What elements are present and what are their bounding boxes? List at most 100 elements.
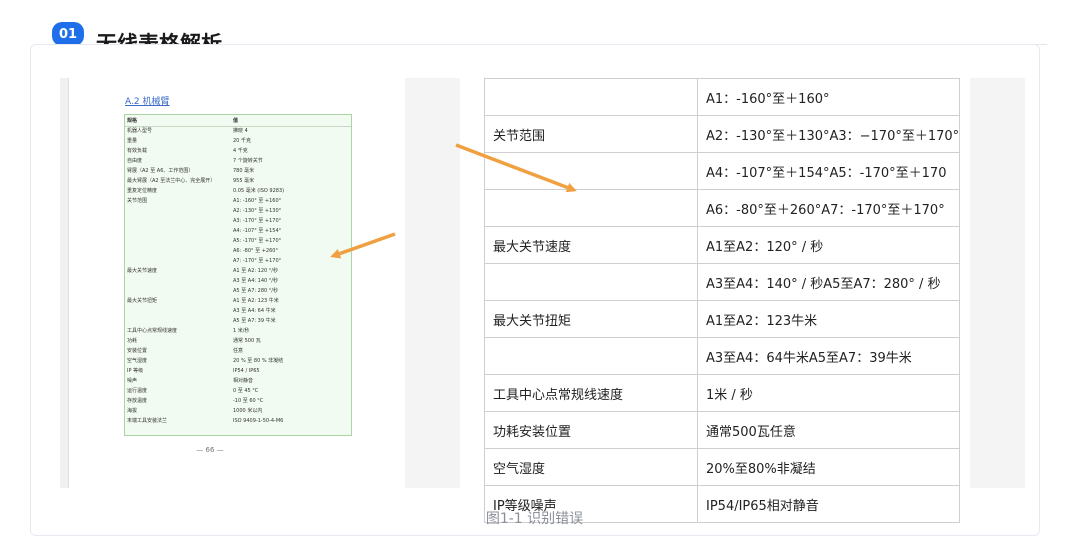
spec-name-cell: 空气湿度 — [484, 448, 698, 486]
mini-table-value: 1000 米以内 — [233, 408, 263, 414]
mini-table-value: 955 毫米 — [233, 178, 255, 184]
mini-table-value: 7 个旋转关节 — [233, 158, 263, 164]
mini-table-row: 安装位置 任意 — [127, 347, 351, 356]
mini-table-key: 噪声 — [127, 378, 138, 384]
page-number: — 66 — — [196, 446, 224, 454]
mini-table-value: 0 至 45 °C — [233, 388, 259, 394]
parsed-table-image: A1：-160°至＋160° 关节范围 A2：-130°至＋130°A3：−170°… — [405, 78, 1025, 523]
mini-table-row: A3: -170° 至 +170° — [127, 217, 351, 226]
spec-name-cell — [484, 189, 698, 227]
mini-table-row: A5: -170° 至 +170° — [127, 237, 351, 246]
mini-table-key: 臂展（A2 至 A6、工作范围） — [127, 168, 194, 174]
mini-table-row: A6: -80° 至 +260° — [127, 247, 351, 256]
mini-table-row: 空气湿度 20 % 至 80 % 非凝结 — [127, 357, 351, 366]
mini-table-row: 最大关节扭矩 A1 至 A2: 123 牛米 — [127, 297, 351, 306]
document-section-title: A.2 机械臂 — [125, 97, 170, 107]
mini-table-value: 0.05 毫米 (ISO 9283) — [233, 188, 285, 194]
spec-name-cell — [484, 78, 698, 116]
mini-table-row: A4: -107° 至 +154° — [127, 227, 351, 236]
mini-table-row: 机器人型号 拂晓 4 — [127, 127, 351, 136]
spec-value-cell: A1至A2：120° / 秒 — [696, 226, 961, 264]
spec-value-cell: 通常500瓦任意 — [696, 411, 961, 449]
mini-table-value: A7: -170° 至 +170° — [233, 258, 282, 264]
mini-table-value: IP54 / IP65 — [233, 368, 260, 374]
mini-table-value: A1: -160° 至 +160° — [233, 198, 282, 204]
table-row: 功耗安装位置 通常500瓦任意 — [484, 411, 961, 449]
spec-name-cell — [484, 152, 698, 190]
spec-name-cell: 最大关节扭矩 — [484, 300, 698, 338]
mini-table-row: 自由度 7 个旋转关节 — [127, 157, 351, 166]
mini-table-key: IP 等级 — [127, 368, 144, 374]
spec-value-cell: A3至A4：140° / 秒A5至A7：280° / 秒 — [696, 263, 961, 301]
mini-table-row: 功耗 通常 500 瓦 — [127, 337, 351, 346]
parsed-spec-table: A1：-160°至＋160° 关节范围 A2：-130°至＋130°A3：−170°… — [484, 78, 961, 523]
mini-table-row: 海拔 1000 米以内 — [127, 407, 351, 416]
mini-table-value: 780 毫米 — [233, 168, 255, 174]
table-row: A1：-160°至＋160° — [484, 78, 961, 116]
spec-value-cell: 20%至80%非凝结 — [696, 448, 961, 486]
parsed-table-sheet: A1：-160°至＋160° 关节范围 A2：-130°至＋130°A3：−170°… — [460, 78, 970, 523]
mini-table-key: 规格 — [127, 118, 138, 124]
source-document-image: A.2 机械臂 规格 值机器人型号 拂晓 4 重量 20 千克 有效负载 4 千克 自由度 7 … — [60, 78, 352, 488]
mini-table-row: IP 等级 IP54 / IP65 — [127, 367, 351, 376]
mini-table-key: 机器人型号 — [127, 128, 153, 134]
mini-table-row: 重复定位精度 0.05 毫米 (ISO 9283) — [127, 187, 351, 196]
table-row: 最大关节扭矩 A1至A2：123牛米 — [484, 300, 961, 338]
mini-table-value: A6: -80° 至 +260° — [233, 248, 278, 254]
spec-name-cell — [484, 263, 698, 301]
mini-table-row: 臂展（A2 至 A6、工作范围） 780 毫米 — [127, 167, 351, 176]
mini-table-row: 最大关节速度 A1 至 A2: 120 °/秒 — [127, 267, 351, 276]
table-row: 工具中心点常规线速度 1米 / 秒 — [484, 374, 961, 412]
mini-table-key: 末端工具安装法兰 — [127, 418, 168, 424]
mini-table-value: -10 至 60 °C — [233, 398, 264, 404]
spec-value-cell: A3至A4：64牛米A5至A7：39牛米 — [696, 337, 961, 375]
mini-table-row: A5 至 A7: 39 牛米 — [127, 317, 351, 326]
mini-table-value: 20 % 至 80 % 非凝结 — [233, 358, 284, 364]
spec-name-cell — [484, 337, 698, 375]
mini-table-row: A2: -130° 至 +130° — [127, 207, 351, 216]
document-page: A.2 机械臂 规格 值机器人型号 拂晓 4 重量 20 千克 有效负载 4 千克 自由度 7 … — [68, 78, 352, 488]
table-row: A3至A4：140° / 秒A5至A7：280° / 秒 — [484, 263, 961, 301]
mini-table-row: A3 至 A4: 140 °/秒 — [127, 277, 351, 286]
spec-name-cell: 最大关节速度 — [484, 226, 698, 264]
mini-table-row: 规格 值 — [127, 117, 351, 126]
mini-table-key: 海拔 — [127, 408, 138, 414]
mini-table-value: 通常 500 瓦 — [233, 338, 261, 344]
spec-value-cell: A1至A2：123牛米 — [696, 300, 961, 338]
mini-table-value: A3 至 A4: 64 牛米 — [233, 308, 276, 314]
table-row: A6：-80°至＋260°A7：-170°至＋170° — [484, 189, 961, 227]
mini-table-key: 最大臂展（A2 至法兰中心、完全展开） — [127, 178, 216, 184]
spec-value-cell: A2：-130°至＋130°A3：−170°至＋170° — [696, 115, 961, 153]
mini-table-value: 任意 — [233, 348, 244, 354]
figure-caption: 图1-1 识别错误 — [485, 511, 584, 527]
spec-name-cell: 功耗安装位置 — [484, 411, 698, 449]
spec-name-cell: 工具中心点常规线速度 — [484, 374, 698, 412]
mini-table-key: 运行温度 — [127, 388, 148, 394]
mini-table-value: 相对静音 — [233, 378, 254, 384]
mini-table-key: 自由度 — [127, 158, 143, 164]
mini-table-value: A5: -170° 至 +170° — [233, 238, 282, 244]
mini-table-key: 安装位置 — [127, 348, 148, 354]
table-row: 最大关节速度 A1至A2：120° / 秒 — [484, 226, 961, 264]
mini-table-value: 4 千克 — [233, 148, 248, 154]
mini-table-row: 最大臂展（A2 至法兰中心、完全展开） 955 毫米 — [127, 177, 351, 186]
mini-table-row: 有效负载 4 千克 — [127, 147, 351, 156]
mini-table-value: A4: -107° 至 +154° — [233, 228, 282, 234]
mini-table-value: A3 至 A4: 140 °/秒 — [233, 278, 278, 284]
mini-table-key: 重量 — [127, 138, 138, 144]
mini-table-value: ISO 9409-1-50-4-M6 — [233, 418, 284, 424]
mini-table-row: 工具中心点常规线速度 1 米/秒 — [127, 327, 351, 336]
mini-table-row: 运行温度 0 至 45 °C — [127, 387, 351, 396]
mini-table-row: 末端工具安装法兰 ISO 9409-1-50-4-M6 — [127, 417, 351, 426]
mini-table-row: A7: -170° 至 +170° — [127, 257, 351, 266]
mini-table-value: A1 至 A2: 123 牛米 — [233, 298, 279, 304]
mini-table-value: A5 至 A7: 280 °/秒 — [233, 288, 278, 294]
spec-name-cell: 关节范围 — [484, 115, 698, 153]
table-row: A4：-107°至＋154°A5：-170°至＋170 — [484, 152, 961, 190]
spec-value-cell: A6：-80°至＋260°A7：-170°至＋170° — [696, 189, 961, 227]
mini-table-value: 值 — [233, 118, 239, 124]
mini-table-key: 功耗 — [127, 338, 138, 344]
spec-table-highlighted: 规格 值机器人型号 拂晓 4 重量 20 千克 有效负载 4 千克 自由度 7 个旋转关节 臂展（… — [124, 114, 352, 436]
mini-table-key: 重复定位精度 — [127, 188, 158, 194]
mini-table-value: A1 至 A2: 120 °/秒 — [233, 268, 278, 274]
